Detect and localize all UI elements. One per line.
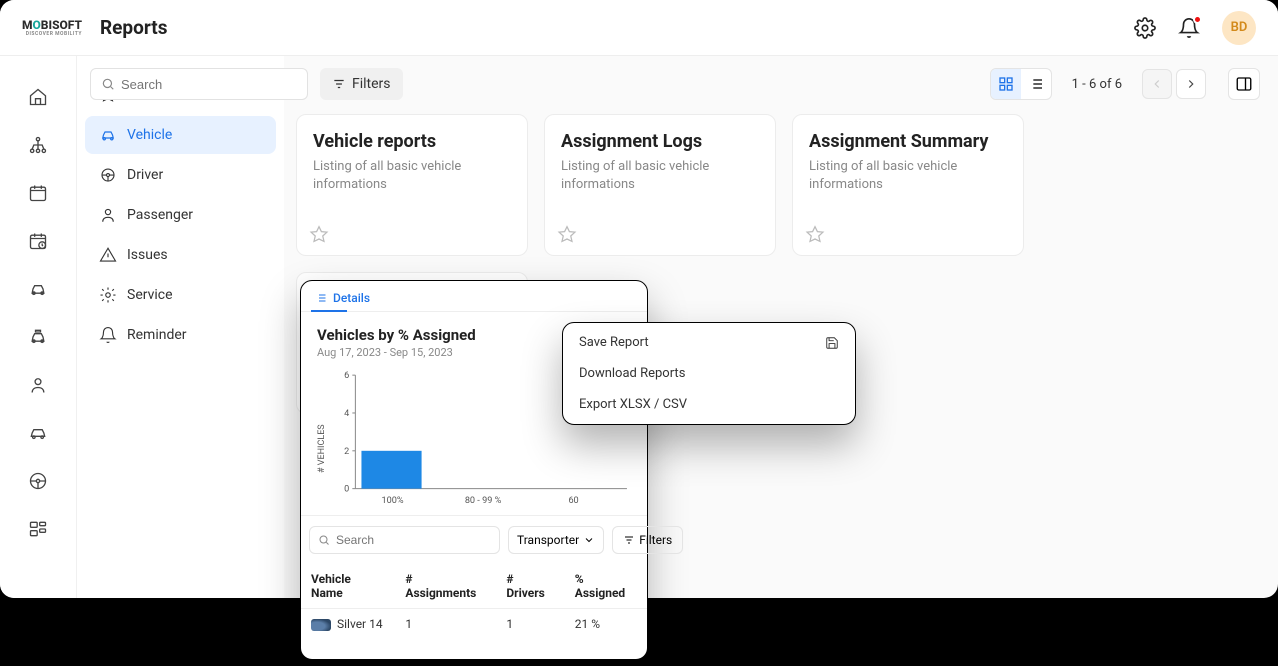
filters-label: Filters (352, 76, 391, 92)
search-icon (101, 77, 115, 91)
svg-text:4: 4 (344, 409, 349, 419)
details-filters-label: Filters (639, 533, 672, 547)
details-tab[interactable]: Details (301, 281, 647, 311)
view-toggle (990, 68, 1052, 100)
vehicle-thumb (311, 619, 331, 631)
sidebar-item-issues[interactable]: Issues (85, 236, 276, 274)
svg-text:6: 6 (344, 371, 349, 381)
bell-icon (99, 326, 117, 344)
favourite-toggle-icon[interactable] (309, 225, 329, 245)
menu-item[interactable]: Export XLSX / CSV (563, 389, 855, 420)
alert-icon (99, 246, 117, 264)
nav-home-icon[interactable] (27, 86, 49, 108)
sidebar-item-service[interactable]: Service (85, 276, 276, 314)
table-header: % Assigned (565, 564, 647, 609)
user-avatar[interactable]: BD (1222, 11, 1256, 45)
report-categories-sidebar: Favourite Vehicle Driver Passenger Issue… (76, 56, 284, 598)
chart-ylabel: # VEHICLES (317, 365, 327, 515)
chevron-down-icon (583, 534, 595, 546)
menu-item-label: Export XLSX / CSV (579, 397, 687, 412)
gear-icon (99, 286, 117, 304)
notification-dot (1193, 15, 1202, 24)
page-next-button[interactable] (1176, 69, 1206, 99)
search-box[interactable] (90, 68, 308, 100)
svg-text:80 - 99 %: 80 - 99 % (465, 496, 502, 506)
search-icon (318, 534, 330, 546)
panels-toggle-button[interactable] (1228, 68, 1260, 100)
table-header: # Drivers (496, 564, 564, 609)
steering-icon (99, 166, 117, 184)
nav-schedule-icon[interactable] (27, 230, 49, 252)
nav-modules-icon[interactable] (27, 518, 49, 540)
filter-icon (623, 534, 635, 546)
sidebar-label: Service (127, 287, 173, 303)
nav-calendar-icon[interactable] (27, 182, 49, 204)
list-icon (315, 292, 327, 304)
search-input[interactable] (121, 77, 297, 92)
filters-button[interactable]: Filters (320, 68, 403, 100)
sidebar-item-reminder[interactable]: Reminder (85, 316, 276, 354)
sidebar-label: Vehicle (127, 127, 172, 143)
page-title: Reports (100, 16, 167, 39)
notifications-icon[interactable] (1178, 17, 1200, 39)
pagination-info: 1 - 6 of 6 (1072, 77, 1122, 92)
menu-item[interactable]: Download Reports (563, 358, 855, 389)
sidebar-label: Reminder (127, 327, 187, 343)
card-title: Assignment Summary (809, 131, 1007, 152)
sidebar-label: Passenger (127, 207, 193, 223)
card-title: Vehicle reports (313, 131, 511, 152)
settings-icon[interactable] (1134, 17, 1156, 39)
nav-car2-icon[interactable] (27, 422, 49, 444)
primary-nav-rail (0, 56, 76, 598)
nav-steering-icon[interactable] (27, 470, 49, 492)
details-table: Vehicle Name# Assignments# Drivers% Assi… (301, 564, 647, 639)
nav-org-icon[interactable] (27, 134, 49, 156)
menu-item-label: Download Reports (579, 366, 685, 381)
svg-text:0: 0 (344, 485, 349, 495)
list-view-button[interactable] (1021, 69, 1051, 99)
report-card[interactable]: Assignment Logs Listing of all basic vehi… (544, 114, 776, 256)
report-card[interactable]: Assignment Summary Listing of all basic v… (792, 114, 1024, 256)
app-header: MOBISOFTDISCOVER MOBILITY Reports BD (0, 0, 1278, 56)
filter-icon (332, 77, 346, 91)
page-prev-button[interactable] (1142, 69, 1172, 99)
table-row[interactable]: Silver 141121 % (301, 609, 647, 640)
report-card[interactable]: Vehicle reports Listing of all basic vehi… (296, 114, 528, 256)
content-toolbar: Filters 1 - 6 of 6 (90, 66, 1260, 102)
card-desc: Listing of all basic vehicle information… (561, 158, 759, 193)
svg-text:2: 2 (344, 447, 349, 457)
sidebar-item-vehicle[interactable]: Vehicle (85, 116, 276, 154)
svg-text:60: 60 (568, 496, 578, 506)
menu-item-label: Save Report (579, 335, 649, 350)
nav-taxi-icon[interactable] (27, 326, 49, 348)
favourite-toggle-icon[interactable] (557, 225, 577, 245)
transporter-select[interactable]: Transporter (508, 526, 604, 554)
menu-item[interactable]: Save Report (563, 327, 855, 358)
person-icon (99, 206, 117, 224)
favourite-toggle-icon[interactable] (805, 225, 825, 245)
car-icon (99, 126, 117, 144)
sidebar-item-driver[interactable]: Driver (85, 156, 276, 194)
sidebar-label: Issues (127, 247, 168, 263)
report-actions-menu: Save Report Download Reports Export XLSX /… (562, 322, 856, 425)
nav-person-icon[interactable] (27, 374, 49, 396)
card-title: Assignment Logs (561, 131, 759, 152)
nav-car-icon[interactable] (27, 278, 49, 300)
brand-logo: MOBISOFTDISCOVER MOBILITY (22, 19, 82, 37)
save-icon (825, 336, 839, 350)
select-label: Transporter (517, 533, 579, 547)
sidebar-item-passenger[interactable]: Passenger (85, 196, 276, 234)
details-search-input[interactable] (336, 533, 491, 547)
grid-view-button[interactable] (991, 69, 1021, 99)
details-search-box[interactable] (309, 526, 500, 554)
table-header: Vehicle Name (301, 564, 395, 609)
svg-text:100%: 100% (382, 496, 404, 506)
details-filters-button[interactable]: Filters (612, 526, 683, 554)
details-tab-label: Details (333, 291, 370, 305)
card-desc: Listing of all basic vehicle information… (809, 158, 1007, 193)
sidebar-label: Driver (127, 167, 163, 183)
card-desc: Listing of all basic vehicle information… (313, 158, 511, 193)
table-header: # Assignments (395, 564, 496, 609)
